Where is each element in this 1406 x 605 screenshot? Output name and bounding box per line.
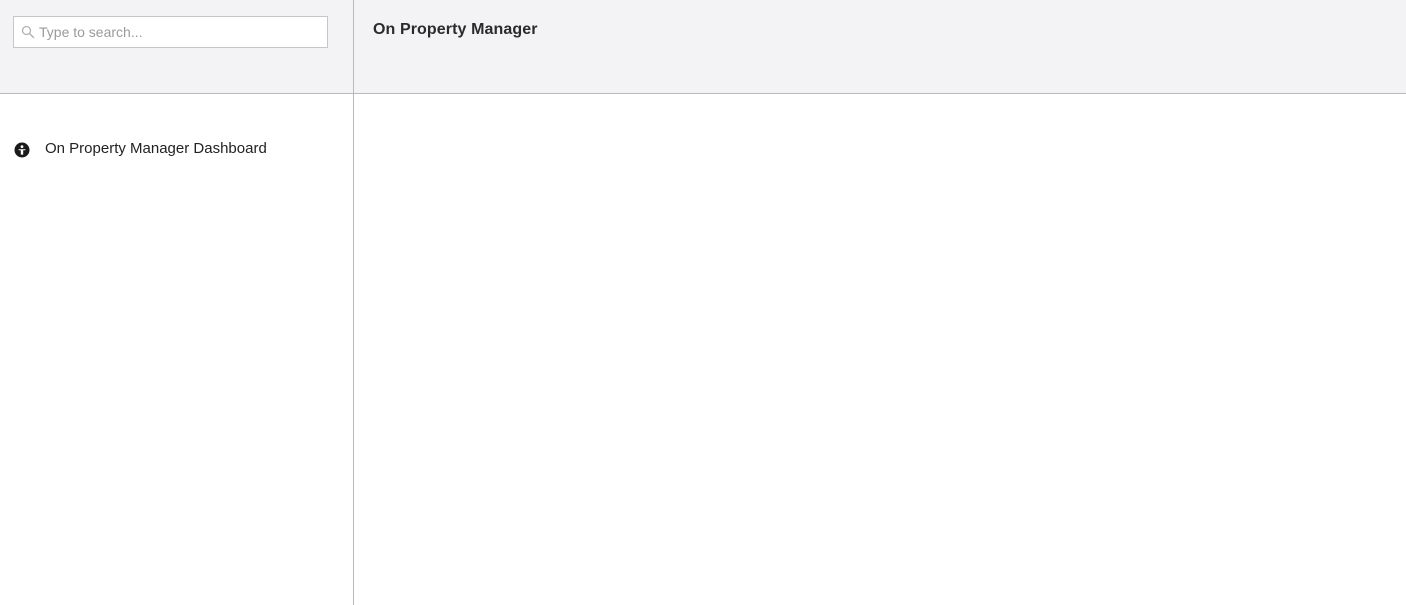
main-header: On Property Manager [354,0,1406,94]
sidebar: On Property Manager Dashboard [0,0,354,605]
main-panel: On Property Manager [354,0,1406,605]
main-content [354,94,1406,605]
search-box[interactable] [13,16,328,48]
sidebar-item-label: On Property Manager Dashboard [45,140,267,157]
app-window: On Property Manager Dashboard On Propert… [0,0,1406,605]
sidebar-header [0,0,353,94]
info-person-icon [14,142,30,158]
sidebar-item-on-property-manager-dashboard[interactable]: On Property Manager Dashboard [0,132,353,168]
search-input[interactable] [39,17,321,47]
search-icon [21,25,35,39]
page-title: On Property Manager [373,21,538,38]
